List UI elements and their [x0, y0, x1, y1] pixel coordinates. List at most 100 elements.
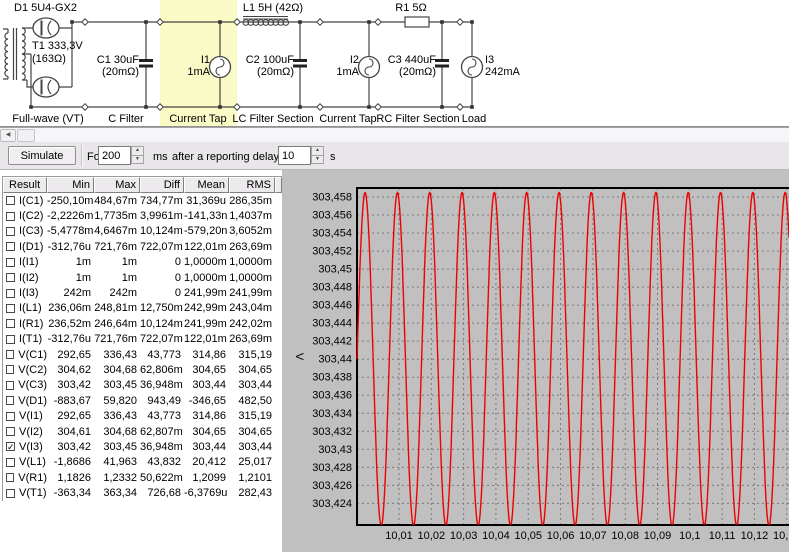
result-checkbox[interactable] [6, 227, 15, 236]
cell-diff: 0 [140, 287, 184, 299]
result-checkbox[interactable] [6, 427, 15, 436]
result-name: V(T1) [19, 487, 47, 499]
result-checkbox[interactable]: ✓ [6, 442, 15, 451]
result-checkbox[interactable] [6, 319, 15, 328]
column-header-min: Min [47, 177, 94, 193]
result-checkbox[interactable] [6, 381, 14, 390]
label-i2[interactable]: I2 [350, 54, 359, 66]
table-row: I(I1)1m1m01,0000m1,0000m [3, 255, 282, 270]
cell-max: 41,963 [94, 456, 140, 468]
resistor-r1-symbol[interactable] [405, 17, 429, 27]
result-checkbox[interactable] [6, 196, 15, 205]
result-checkbox[interactable] [6, 335, 15, 344]
duration-input[interactable] [98, 146, 131, 165]
label-d1[interactable]: D1 5U4-GX2 [14, 2, 77, 14]
cell-diff: 43,832 [140, 456, 184, 468]
x-tick-label: 10,07 [579, 530, 607, 542]
table-row: V(C3)303,42303,4536,948m303,44303,44 [3, 378, 282, 393]
label-l1[interactable]: L1 5H (42Ω) [243, 2, 303, 14]
result-checkbox[interactable] [6, 350, 14, 359]
result-name: V(D1) [18, 395, 47, 407]
label-c1-esr[interactable]: (20mΩ) [102, 66, 139, 78]
cell-max: 1,2332 [94, 472, 140, 484]
label-i1-value[interactable]: 1mA [187, 66, 210, 78]
cell-diff: 0 [140, 272, 184, 284]
label-i2-value[interactable]: 1mA [336, 66, 359, 78]
x-tick-label: 10,01 [385, 530, 413, 542]
label-c2-esr[interactable]: (20mΩ) [257, 66, 294, 78]
result-checkbox[interactable] [6, 489, 15, 498]
section-label-current-tap-1[interactable]: Current Tap [169, 113, 226, 125]
y-tick-label: 303,448 [312, 282, 352, 294]
result-name-cell: V(C2) [3, 364, 47, 376]
label-r1[interactable]: R1 5Ω [395, 2, 426, 14]
result-name: V(C3) [18, 379, 47, 391]
result-checkbox[interactable] [6, 212, 15, 221]
label-c3-esr[interactable]: (20mΩ) [399, 66, 436, 78]
scroll-left-icon: ◀ [6, 132, 11, 138]
cell-min: 1,1826 [47, 472, 94, 484]
cell-max: 248,81m [94, 302, 140, 314]
scrollbar-left-button[interactable]: ◀ [0, 129, 16, 142]
cell-min: 304,62 [47, 364, 94, 376]
cell-max: 721,76m [94, 241, 140, 253]
simulate-button[interactable]: Simulate [8, 146, 76, 165]
result-name-cell: V(T1) [3, 487, 47, 499]
delay-input[interactable] [278, 146, 311, 165]
scrollbar-thumb[interactable] [17, 129, 35, 142]
result-checkbox[interactable] [6, 242, 15, 251]
label-i1[interactable]: I1 [201, 54, 210, 66]
section-label-rc-filter[interactable]: RC Filter Section [376, 113, 459, 125]
label-c3[interactable]: C3 440uF [388, 54, 437, 66]
result-name: V(R1) [18, 472, 47, 484]
section-label-load[interactable]: Load [462, 113, 486, 125]
result-checkbox[interactable] [6, 458, 15, 467]
cell-min: -2,2226m [47, 210, 94, 222]
label-c1[interactable]: C1 30uF [97, 54, 139, 66]
circuit-schematic[interactable]: D1 5U4-GX2 T1 333,3V (163Ω) C1 30uF (20m… [0, 0, 789, 127]
cell-diff: 943,49 [140, 395, 184, 407]
section-label-current-tap-2[interactable]: Current Tap [319, 113, 376, 125]
label-i3-value[interactable]: 242mA [485, 66, 521, 78]
result-checkbox[interactable] [6, 365, 14, 374]
result-checkbox[interactable] [6, 258, 15, 267]
waveform-chart[interactable]: 303,458303,456303,454303,452303,45303,44… [282, 170, 789, 552]
result-checkbox[interactable] [6, 396, 14, 405]
section-label-fullwave[interactable]: Full-wave (VT) [12, 113, 84, 125]
cell-diff: 50,622m [140, 472, 184, 484]
result-name-cell: I(C2) [3, 210, 47, 222]
duration-spin-up-button[interactable]: ▲ [131, 146, 144, 155]
section-label-lc-filter[interactable]: LC Filter Section [232, 113, 313, 125]
schematic-scrollbar[interactable]: ◀ [0, 127, 789, 142]
result-checkbox[interactable] [6, 304, 15, 313]
delay-spin-down-button[interactable]: ▼ [311, 155, 324, 164]
x-tick-label: 10,11 [709, 530, 736, 542]
column-header-result: Result [3, 177, 47, 193]
cell-diff: 12,750m [140, 302, 184, 314]
inductor-l1-symbol[interactable] [243, 17, 289, 26]
cell-min: 304,61 [47, 426, 94, 438]
result-name-cell: V(L1) [3, 456, 47, 468]
result-checkbox[interactable] [6, 412, 15, 421]
label-c2[interactable]: C2 100uF [246, 54, 295, 66]
result-name-cell: V(I2) [3, 426, 47, 438]
result-checkbox[interactable] [6, 289, 15, 298]
cell-max: 721,76m [94, 333, 140, 345]
label-t1[interactable]: T1 333,3V [32, 40, 83, 52]
result-name: I(I3) [19, 287, 39, 299]
delay-spin-up-button[interactable]: ▲ [311, 146, 324, 155]
result-name: V(I1) [19, 410, 43, 422]
x-tick-label: 10,08 [611, 530, 639, 542]
result-checkbox[interactable] [6, 273, 15, 282]
y-tick-label: 303,424 [312, 498, 352, 510]
result-name-cell: V(C1) [3, 349, 47, 361]
cell-max: 484,67m [94, 195, 140, 207]
cell-rms: 304,65 [229, 426, 275, 438]
result-name: I(I2) [19, 272, 39, 284]
label-t1-impedance[interactable]: (163Ω) [32, 53, 66, 65]
section-label-c-filter[interactable]: C Filter [108, 113, 144, 125]
duration-spin-down-button[interactable]: ▼ [131, 155, 144, 164]
result-checkbox[interactable] [6, 473, 14, 482]
label-i3[interactable]: I3 [485, 54, 494, 66]
table-row: I(C2)-2,2226m1,7735m3,9961m-141,33n1,403… [3, 208, 282, 223]
